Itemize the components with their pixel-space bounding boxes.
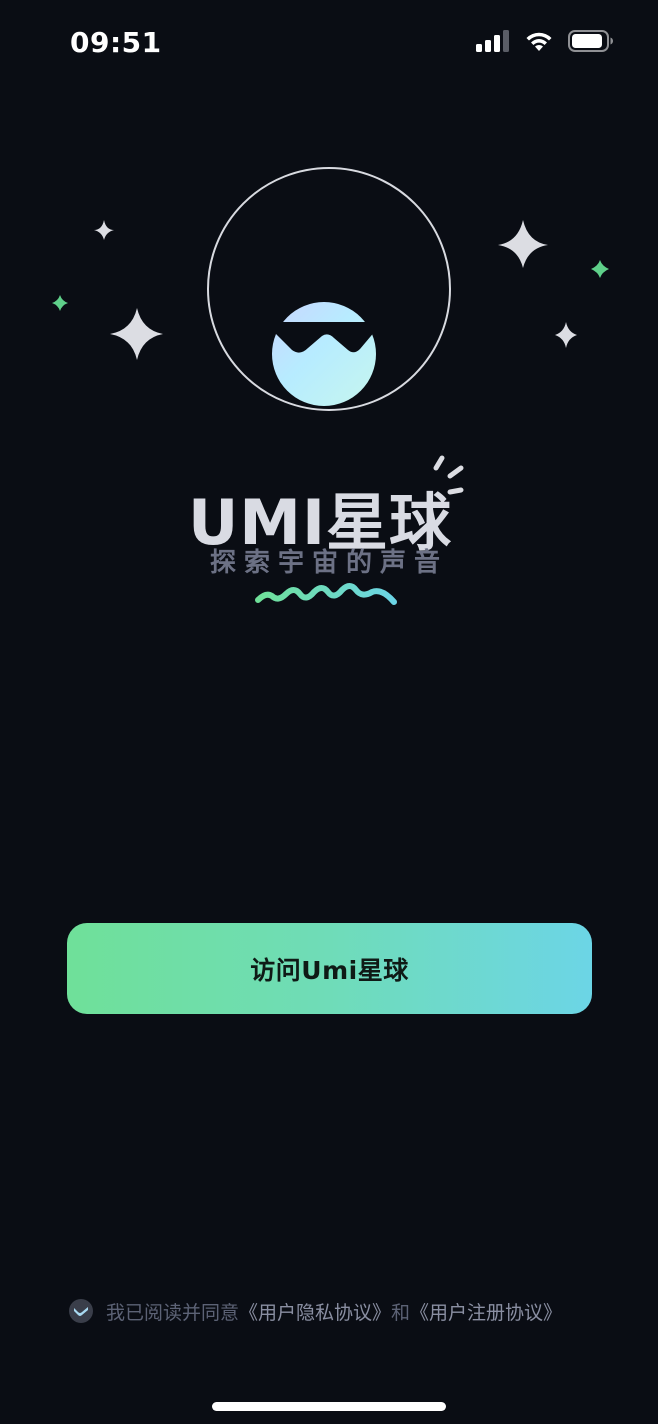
privacy-agreement-link[interactable]: 《用户隐私协议》: [239, 1298, 391, 1325]
agreement-checkbox[interactable]: [68, 1298, 94, 1324]
planet-logo-icon: [272, 302, 376, 406]
battery-icon: [568, 30, 613, 52]
status-bar: 09:51: [0, 0, 658, 90]
visit-umi-button[interactable]: 访问Umi星球: [67, 923, 592, 1014]
home-indicator[interactable]: [212, 1402, 446, 1411]
status-icons: [476, 30, 614, 52]
agreement-prefix: 我已阅读并同意: [106, 1301, 240, 1324]
agreement-row: 我已阅读并同意 《用户隐私协议》 和 《用户注册协议》: [68, 1297, 608, 1325]
status-time: 09:51: [70, 26, 162, 59]
wifi-icon: [526, 32, 552, 51]
tagline: 探索宇宙的声音: [209, 548, 448, 578]
visit-umi-button-label: 访问Umi星球: [250, 955, 409, 985]
agreement-conjunction: 和: [391, 1301, 411, 1324]
register-agreement-link[interactable]: 《用户注册协议》: [410, 1298, 562, 1325]
squiggle-decoration: [255, 583, 397, 605]
cellular-signal-icon: [476, 30, 509, 52]
